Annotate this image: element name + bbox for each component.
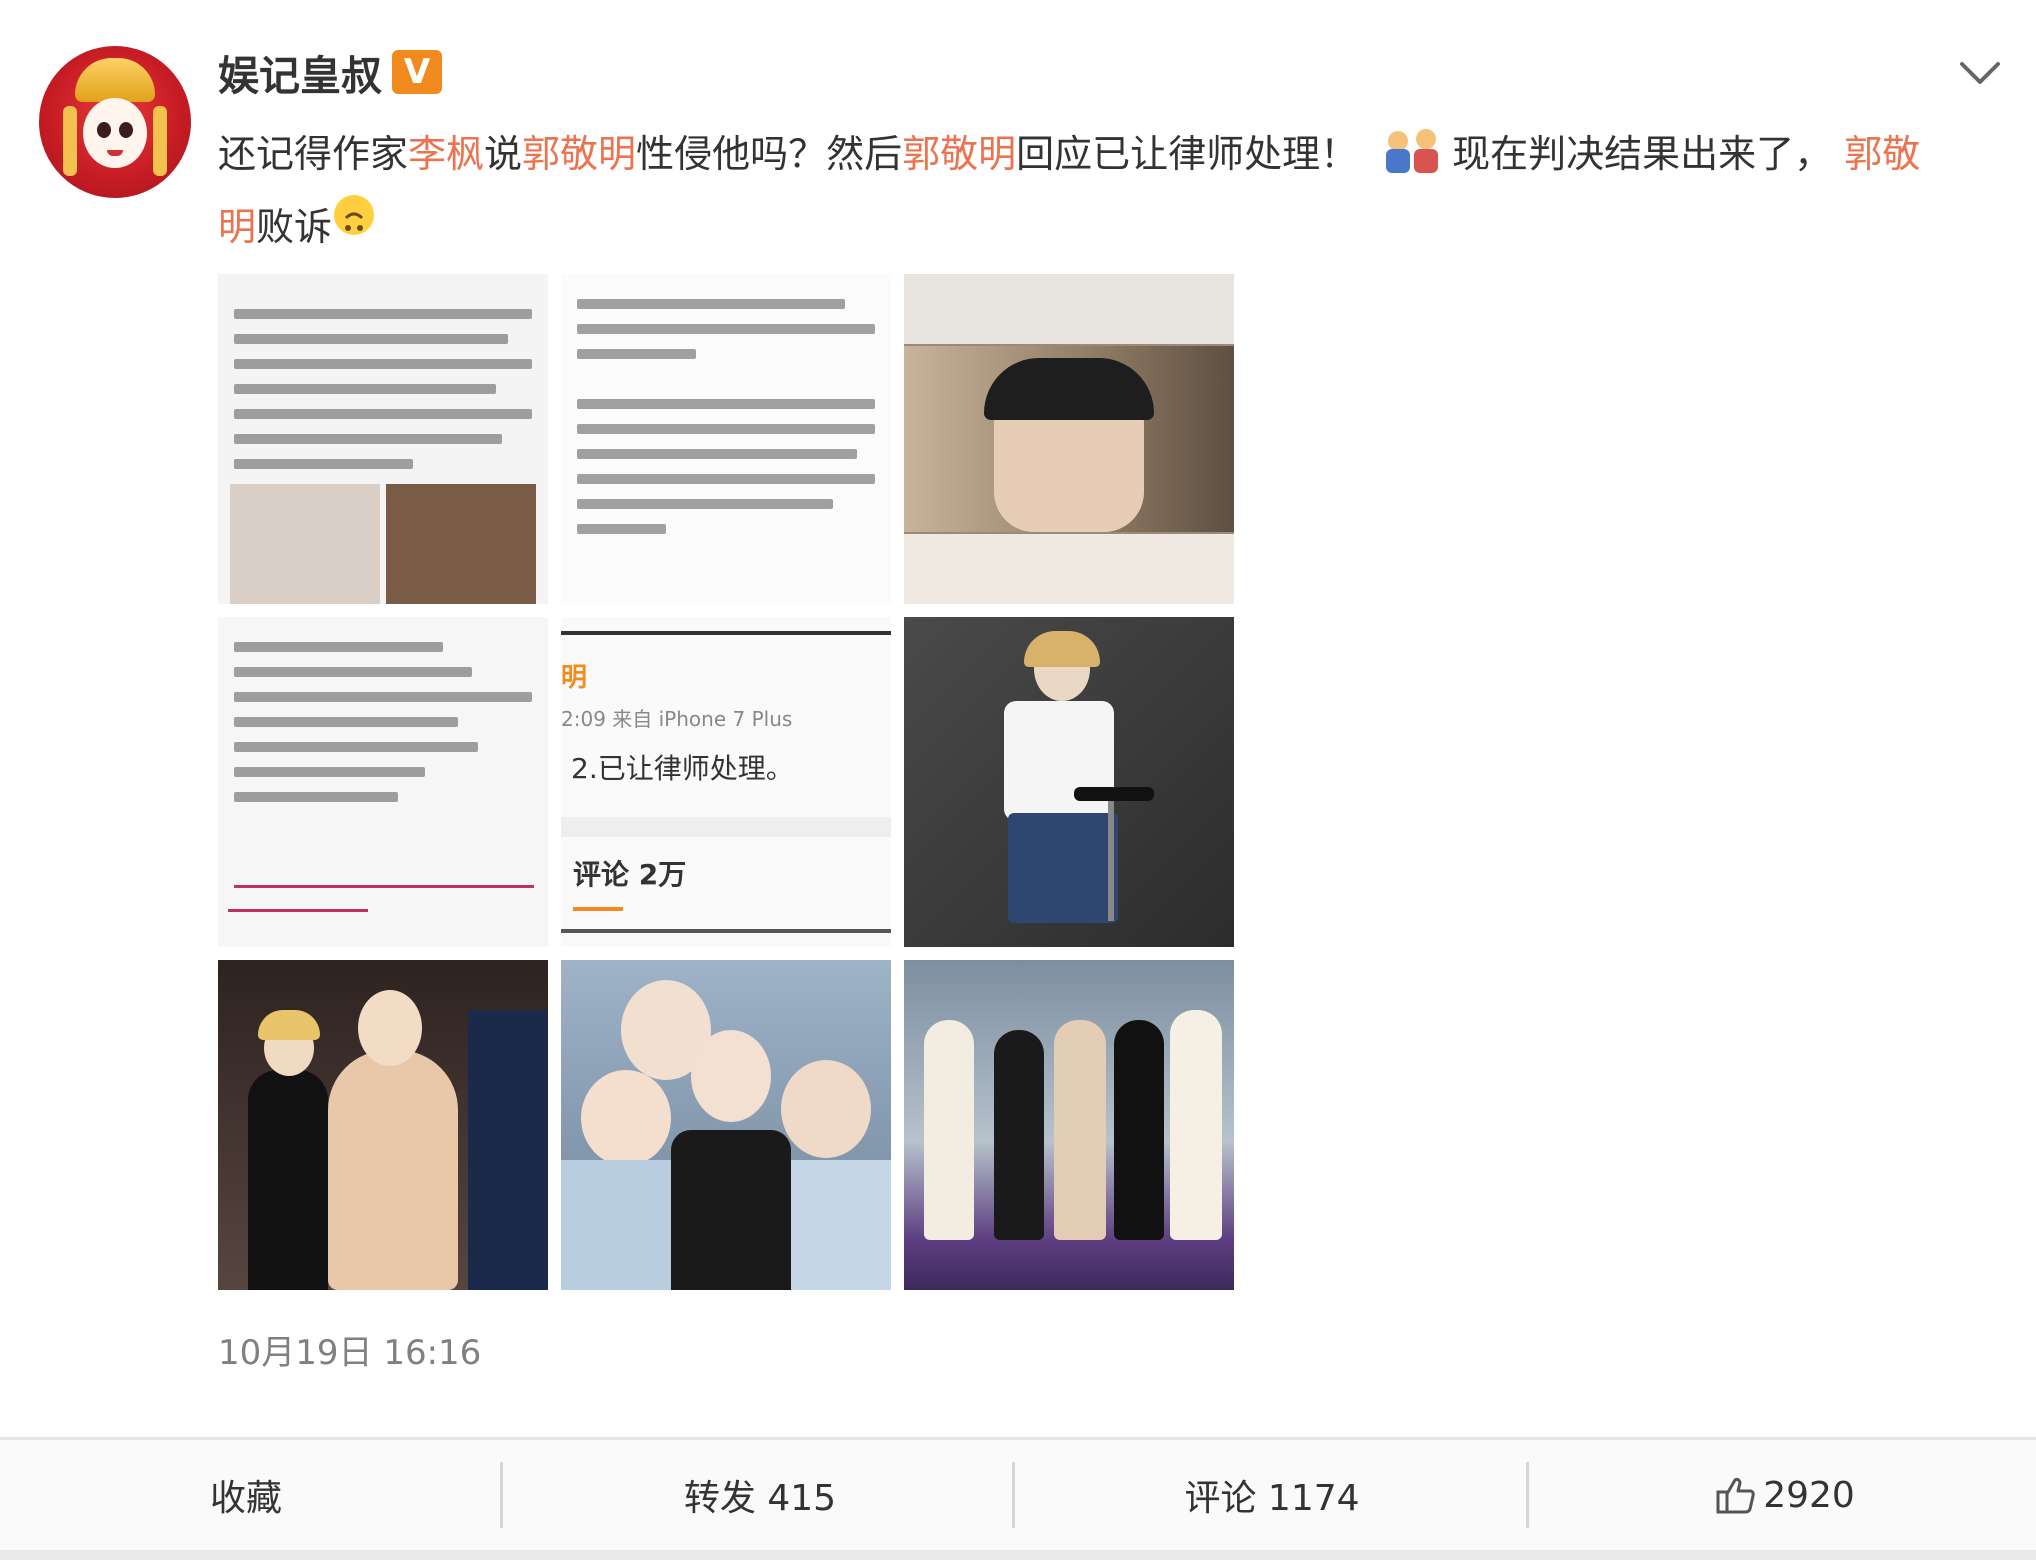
screenshot-text: 2.已让律师处理。 [571,752,794,785]
image-thumbnail[interactable] [561,274,891,604]
family-emoji-icon [1386,127,1442,175]
chevron-down-icon[interactable] [1958,58,2002,88]
image-thumbnail[interactable] [218,617,548,947]
avatar[interactable] [39,46,191,198]
post-text-segment: 回应已让律师处理！ [1016,132,1359,176]
avatar-eye-right [119,122,133,138]
thumbs-up-icon [1716,1477,1755,1514]
screenshot-comments: 评论 2万 [573,858,687,891]
image-thumbnail[interactable] [904,274,1234,604]
avatar-tassel-left [63,106,77,176]
image-thumbnail[interactable] [904,617,1234,947]
username[interactable]: 娱记皇叔 [218,48,382,104]
mention-link[interactable]: 郭敬明 [902,132,1016,176]
action-separator [1526,1462,1529,1528]
action-bar: 收藏 转发 415 评论 1174 2920 [0,1440,2036,1550]
post-text-segment: 败诉 [256,205,333,249]
mention-link[interactable]: 李枫 [408,132,484,176]
favorite-label: 收藏 [210,1478,283,1519]
avatar-crown [75,58,155,102]
image-thumbnail[interactable] [218,960,548,1290]
mention-link[interactable]: 郭敬明 [522,132,636,176]
verified-badge-icon: V [392,50,442,94]
favorite-button[interactable]: 收藏 [0,1440,510,1550]
action-separator [1012,1462,1015,1528]
post-text-segment: 现在判决结果出来了， [1452,132,1833,176]
post-text-segment: 还记得作家 [218,132,409,176]
avatar-tassel-right [153,106,167,176]
screenshot-time: 2:09 来自 iPhone 7 Plus [561,707,793,731]
image-thumbnail[interactable] [904,960,1234,1290]
like-button[interactable]: 2920 [1530,1440,2036,1550]
post-timestamp[interactable]: 10月19日 16:16 [218,1329,481,1377]
like-count: 2920 [1763,1474,1855,1516]
comment-button[interactable]: 评论 1174 [1017,1440,1527,1550]
post-text: 还记得作家李枫说郭敬明性侵他吗？然后郭敬明回应已让律师处理！ 现在判决结果出来了… [218,118,1938,264]
image-thumbnail[interactable] [561,960,891,1290]
image-thumbnail[interactable] [218,274,548,604]
image-grid: 明 2:09 来自 iPhone 7 Plus 2.已让律师处理。 评论 2万 [218,274,1234,1290]
bottom-band [0,1550,2036,1560]
weibo-post: 娱记皇叔 V 还记得作家李枫说郭敬明性侵他吗？然后郭敬明回应已让律师处理！ 现在… [0,0,2036,1440]
post-text-segment: 说 [484,132,523,176]
action-separator [500,1462,503,1528]
post-text-segment: 性侵他吗？然后 [636,132,903,176]
image-thumbnail[interactable]: 明 2:09 来自 iPhone 7 Plus 2.已让律师处理。 评论 2万 [561,617,891,947]
avatar-eye-left [97,122,111,138]
upside-down-face-emoji-icon [334,195,375,235]
avatar-face [83,98,147,168]
repost-label: 转发 415 [683,1478,837,1519]
comment-label: 评论 1174 [1184,1478,1360,1519]
repost-button[interactable]: 转发 415 [505,1440,1015,1550]
screenshot-username: 明 [561,663,588,693]
